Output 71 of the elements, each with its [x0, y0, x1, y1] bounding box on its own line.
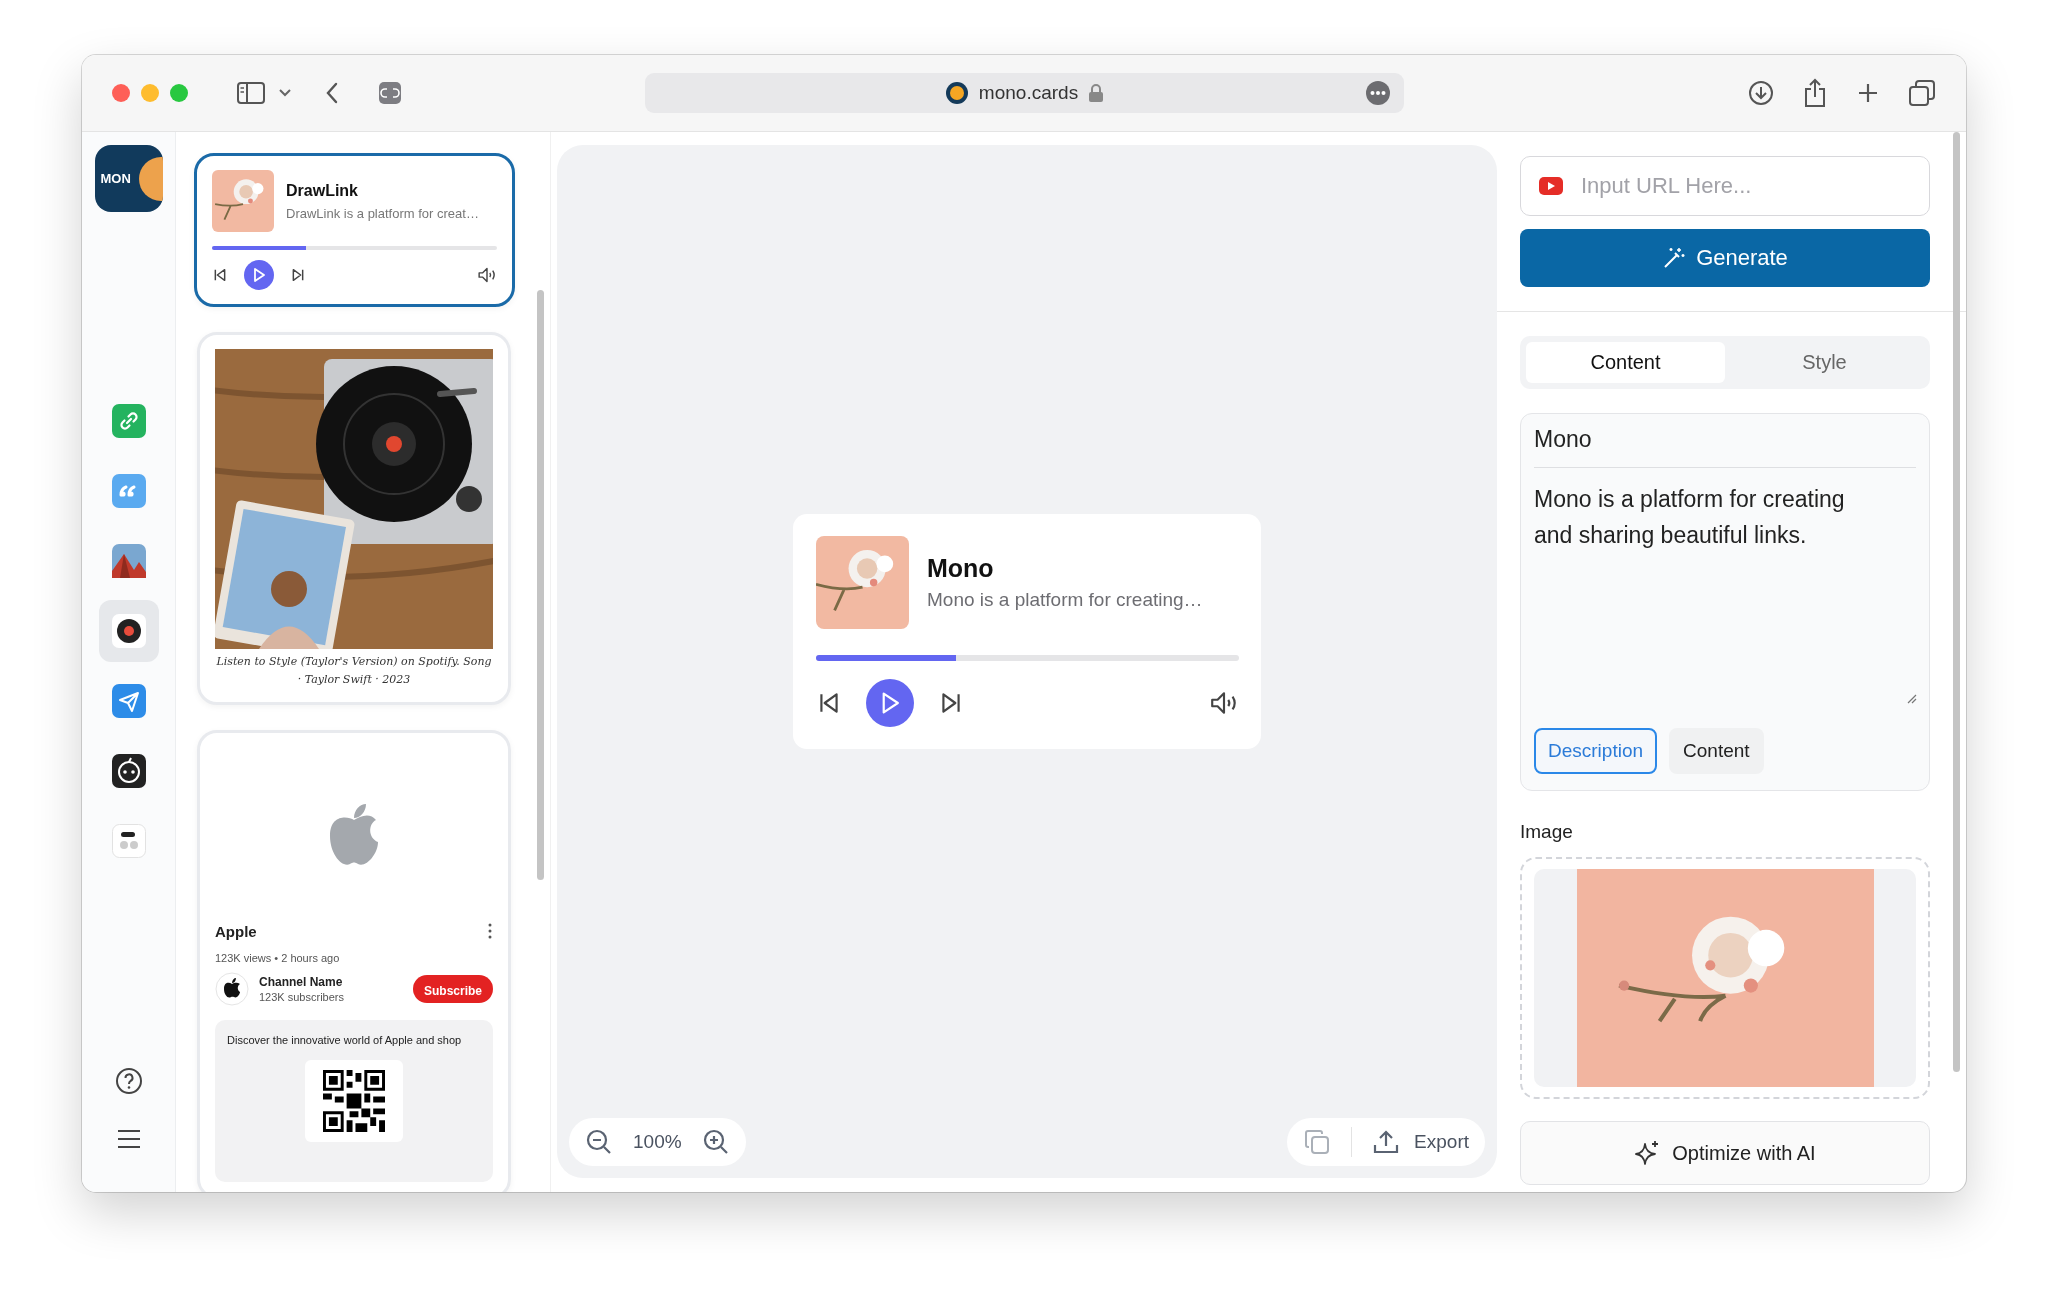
link-card[interactable]: Apple 123K views • 2 hours ago Channel Name 123K subscribers Subscribe Discover the innovative world of Apple and shop — [197, 730, 511, 1192]
address-bar[interactable]: mono.cards — [645, 73, 1404, 113]
share-icon[interactable] — [1802, 78, 1828, 108]
more-icon[interactable] — [1365, 80, 1391, 106]
zoom-level: 100% — [633, 1131, 682, 1153]
video-title: Apple — [215, 922, 257, 940]
upload-icon — [1372, 1128, 1401, 1156]
url-field[interactable]: Input URL Here... — [1520, 156, 1930, 216]
scrollbar[interactable] — [1953, 132, 1960, 1072]
title-field[interactable]: Mono — [1534, 426, 1916, 468]
magic-wand-icon — [1662, 246, 1687, 270]
progress-track[interactable] — [212, 246, 497, 250]
play-icon — [880, 692, 900, 714]
subscriber-count: 123K subscribers — [259, 991, 344, 1004]
card-title: Mono — [927, 554, 995, 583]
optimize-button[interactable]: Optimize with AI — [1520, 1121, 1930, 1185]
logo-text: MON — [100, 171, 131, 186]
channel-name: Channel Name — [259, 975, 344, 990]
back-icon[interactable] — [324, 81, 340, 105]
progress-track[interactable] — [816, 655, 1239, 661]
toggle-icon — [111, 824, 146, 858]
resize-grip-icon[interactable] — [1905, 692, 1917, 704]
sidebar-item[interactable] — [98, 600, 159, 662]
zoom-in-icon[interactable] — [701, 1128, 730, 1156]
play-icon — [253, 268, 265, 282]
more-icon[interactable] — [487, 922, 493, 941]
mountain-icon — [111, 544, 146, 578]
menu-icon[interactable] — [115, 1128, 142, 1150]
mode-button[interactable]: Description — [1534, 728, 1658, 774]
image-label: Image — [1520, 821, 1574, 843]
link-card[interactable]: Listen to Style (Taylor's Version) on Spotify. Song · Taylor Swift · 2023 — [197, 332, 511, 706]
card-title: DrawLink — [286, 181, 359, 200]
sidebar-icon[interactable] — [236, 81, 266, 105]
card-description: DrawLink is a platform for creat… — [286, 205, 479, 221]
tab-icon[interactable] — [378, 81, 402, 105]
help-icon[interactable] — [113, 1066, 144, 1096]
paper-plane-icon — [111, 684, 146, 718]
link-card[interactable]: DrawLink DrawLink is a platform for creat… — [194, 153, 515, 307]
previous-icon[interactable] — [212, 266, 228, 284]
app-logo[interactable]: MON — [94, 145, 163, 212]
site-icon — [944, 81, 969, 105]
tab[interactable]: Style — [1725, 342, 1924, 383]
volume-icon[interactable] — [1209, 690, 1239, 716]
video-meta: 123K views • 2 hours ago — [215, 952, 341, 965]
card-description: Mono is a platform for creating… — [927, 589, 1203, 611]
video-description: Discover the innovative world of Apple and shop — [227, 1034, 462, 1047]
video-icon — [1538, 176, 1564, 196]
play-button[interactable] — [866, 679, 914, 727]
link-icon — [111, 404, 146, 438]
subscribe-button[interactable]: Subscribe — [412, 975, 493, 1004]
scrollbar[interactable] — [537, 290, 544, 880]
description-field[interactable]: Mono is a platform for creating and sharing beautiful links. — [1534, 482, 1916, 554]
generate-button[interactable]: Generate — [1520, 229, 1930, 287]
channel-avatar — [215, 972, 249, 1007]
caret-icon[interactable] — [278, 88, 292, 98]
robot-icon — [111, 754, 146, 788]
zoom-out-icon[interactable] — [585, 1128, 613, 1156]
lock-icon — [1088, 83, 1105, 103]
quote-icon — [111, 474, 146, 508]
tabs-overview-icon[interactable] — [1908, 79, 1936, 107]
qr-code-icon — [305, 1060, 403, 1143]
mode-button[interactable]: Content — [1669, 728, 1764, 774]
card-caption: Listen to Style (Taylor's Version) on Spotify. Song · Taylor Swift · 2023 — [215, 654, 493, 688]
tab[interactable]: Content — [1526, 342, 1725, 383]
record-icon — [111, 614, 146, 648]
play-button[interactable] — [244, 260, 274, 290]
volume-icon[interactable] — [477, 266, 497, 284]
next-icon[interactable] — [290, 266, 306, 284]
new-tab-icon[interactable] — [1856, 81, 1880, 105]
download-icon[interactable] — [1748, 80, 1774, 106]
close-window-button[interactable] — [112, 84, 130, 102]
